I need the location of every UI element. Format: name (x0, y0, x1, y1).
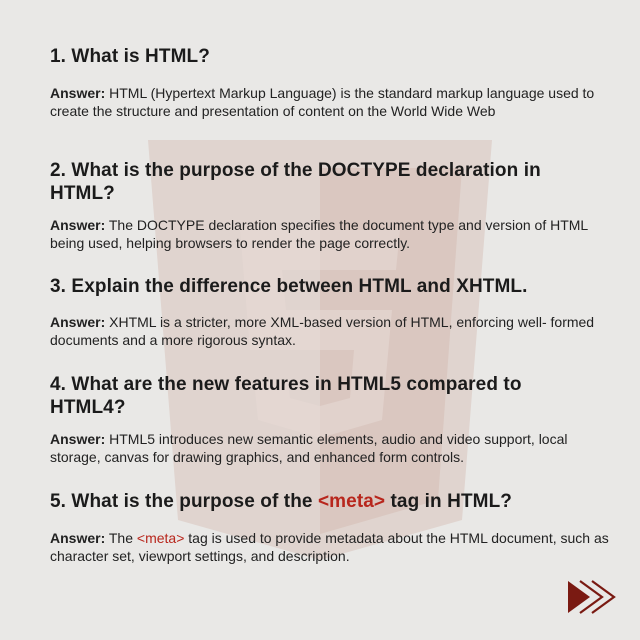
question-5-meta-tag: <meta> (317, 491, 386, 512)
question-5-suffix: tag in HTML? (385, 491, 513, 512)
question-4: 4. What are the new features in HTML5 co… (50, 374, 522, 418)
answer-4: Answer: HTML5 introduces new semantic el… (50, 431, 610, 466)
question-5: 5. What is the purpose of the <meta> tag… (50, 490, 610, 513)
answer-2-text: The DOCTYPE declaration specifies the do… (50, 217, 588, 251)
faq-item-3: 3. Explain the difference between HTML a… (50, 275, 610, 349)
answer-2: Answer: The DOCTYPE declaration specifie… (50, 217, 610, 252)
question-3: 3. Explain the difference between HTML a… (50, 276, 528, 297)
answer-3: Answer: XHTML is a stricter, more XML-ba… (50, 314, 610, 349)
answer-4-label: Answer: (50, 431, 106, 447)
answer-4-text: HTML5 introduces new semantic elements, … (50, 431, 568, 465)
answer-1-text: HTML (Hypertext Markup Language) is the … (50, 85, 595, 119)
triple-chevron-right-icon[interactable] (566, 580, 618, 614)
answer-3-text: XHTML is a stricter, more XML-based vers… (50, 314, 595, 348)
answer-5-prefix: The (105, 530, 137, 546)
faq-item-4: 4. What are the new features in HTML5 co… (50, 373, 610, 466)
question-1: 1. What is HTML? (50, 46, 210, 67)
answer-5-label: Answer: (50, 530, 106, 546)
answer-2-label: Answer: (50, 217, 106, 233)
answer-1: Answer: HTML (Hypertext Markup Language)… (50, 85, 610, 120)
answer-1-label: Answer: (50, 85, 106, 101)
faq-item-1: 1. What is HTML? Answer: HTML (Hypertext… (50, 45, 610, 120)
faq-item-2: 2. What is the purpose of the DOCTYPE de… (50, 159, 610, 252)
answer-3-label: Answer: (50, 314, 106, 330)
answer-5: Answer: The <meta> tag is used to provid… (50, 530, 610, 565)
faq-item-5: 5. What is the purpose of the <meta> tag… (50, 490, 610, 565)
question-2: 2. What is the purpose of the DOCTYPE de… (50, 160, 541, 204)
question-5-prefix: 5. What is the purpose of the (50, 491, 318, 512)
answer-5-meta-tag: <meta> (136, 530, 185, 546)
